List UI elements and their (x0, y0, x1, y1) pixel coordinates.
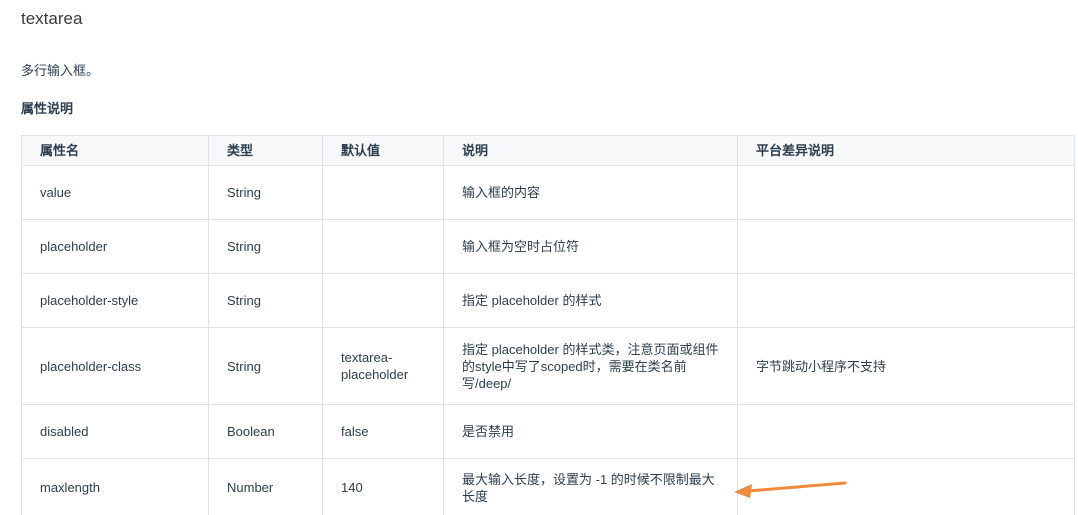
cell-name: placeholder (21, 219, 209, 274)
cell-platform (737, 219, 1075, 274)
table-header-row: 属性名 类型 默认值 说明 平台差异说明 (21, 135, 1075, 166)
cell-platform (737, 404, 1075, 459)
table-row: placeholder-class String textarea-placeh… (21, 327, 1075, 405)
page-title: textarea (21, 9, 83, 28)
header-default: 默认值 (322, 135, 444, 166)
table-row: disabled Boolean false 是否禁用 (21, 404, 1075, 459)
section-title: 属性说明 (21, 101, 74, 116)
header-description: 说明 (443, 135, 738, 166)
cell-platform (737, 165, 1075, 220)
cell-name: maxlength (21, 458, 209, 515)
cell-default (322, 165, 444, 220)
header-platform: 平台差异说明 (737, 135, 1075, 166)
cell-name: disabled (21, 404, 209, 459)
annotation-arrow-icon (734, 481, 847, 498)
table-row: maxlength Number 140 最大输入长度，设置为 -1 的时候不限… (21, 458, 1075, 515)
table-row: placeholder String 输入框为空时占位符 (21, 219, 1075, 274)
header-name: 属性名 (21, 135, 209, 166)
cell-platform: 字节跳动小程序不支持 (737, 327, 1075, 405)
cell-name: placeholder-class (21, 327, 209, 405)
attributes-table: 属性名 类型 默认值 说明 平台差异说明 value String 输入框的内容… (21, 135, 1075, 515)
doc-page: textarea 多行输入框。 属性说明 属性名 类型 默认值 说明 平台差异说… (0, 0, 1078, 515)
cell-default (322, 219, 444, 274)
cell-type: String (208, 219, 323, 274)
cell-description: 输入框的内容 (443, 165, 738, 220)
table-row: value String 输入框的内容 (21, 165, 1075, 220)
cell-default: false (322, 404, 444, 459)
cell-type: String (208, 327, 323, 405)
cell-description: 输入框为空时占位符 (443, 219, 738, 274)
cell-description: 指定 placeholder 的样式类，注意页面或组件的style中写了scop… (443, 327, 738, 405)
cell-type: String (208, 165, 323, 220)
page-description: 多行输入框。 (21, 63, 100, 78)
cell-name: placeholder-style (21, 273, 209, 328)
cell-default: 140 (322, 458, 444, 515)
cell-description: 最大输入长度，设置为 -1 的时候不限制最大长度 (443, 458, 738, 515)
table-row: placeholder-style String 指定 placeholder … (21, 273, 1075, 328)
cell-type: String (208, 273, 323, 328)
cell-type: Number (208, 458, 323, 515)
cell-description: 指定 placeholder 的样式 (443, 273, 738, 328)
cell-default: textarea-placeholder (322, 327, 444, 405)
cell-type: Boolean (208, 404, 323, 459)
cell-default (322, 273, 444, 328)
cell-description: 是否禁用 (443, 404, 738, 459)
header-type: 类型 (208, 135, 323, 166)
cell-platform (737, 273, 1075, 328)
cell-name: value (21, 165, 209, 220)
